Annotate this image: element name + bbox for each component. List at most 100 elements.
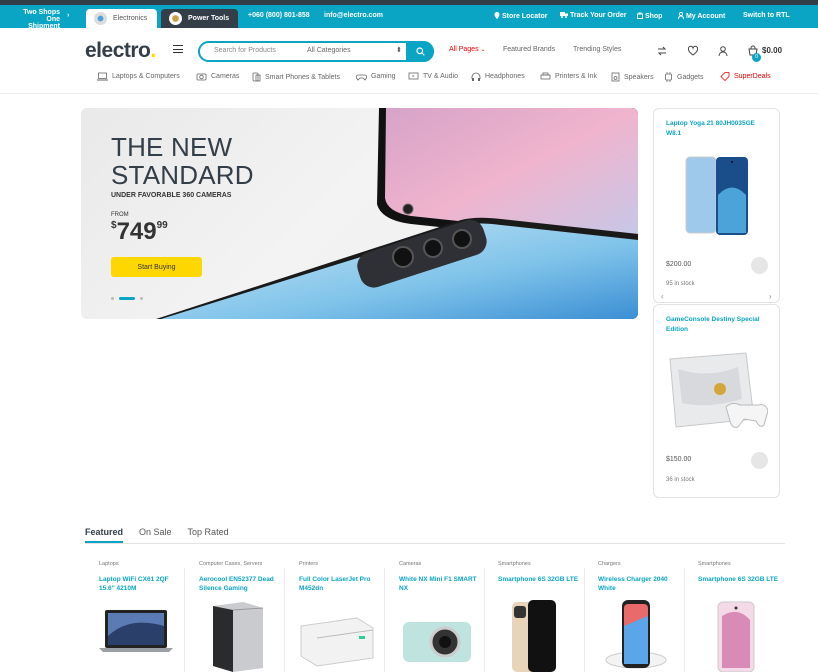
smartphone-image <box>717 601 755 672</box>
add-to-cart-icon[interactable] <box>751 257 768 274</box>
top-bar: Two Shops One Shipment › Electronics Pow… <box>0 5 818 30</box>
cat-label: SuperDeals <box>734 73 771 80</box>
electronics-icon <box>94 12 107 25</box>
hero-price: $74999 <box>111 218 168 246</box>
nav-featured-brands[interactable]: Featured Brands <box>503 46 555 53</box>
side-card-price: $200.00 <box>666 261 692 268</box>
tag-icon <box>720 72 730 81</box>
product-name[interactable]: Laptop WiFi CX61 2QF 15.6" 4210M <box>99 575 184 593</box>
side-card-price: $150.00 <box>666 456 692 463</box>
side-card-title[interactable]: Laptop Yoga 21 80JH0035GE W8.1 <box>666 119 771 139</box>
hero-banner[interactable]: THE NEW STANDARD UNDER FAVORABLE 360 CAME… <box>81 108 638 319</box>
hero-subtitle: UNDER FAVORABLE 360 CAMERAS <box>111 192 232 199</box>
store-locator-link[interactable]: Store Locator <box>494 12 547 20</box>
product-card[interactable]: Smartphones Smartphone 6S 32GB LTE <box>484 560 580 672</box>
tv-icon <box>408 72 419 80</box>
user-icon <box>678 11 684 20</box>
start-buying-button[interactable]: Start Buying <box>111 257 202 277</box>
track-order-link[interactable]: Track Your Order <box>560 12 627 19</box>
hero-title: THE NEW STANDARD <box>111 133 254 189</box>
product-card[interactable]: Chargers Wireless Charger 2040 White <box>584 560 680 672</box>
select-caret-icon: ⬍ <box>396 47 402 54</box>
compare-icon[interactable] <box>656 45 668 57</box>
side-card-stock: 95 in stock <box>666 281 695 287</box>
tab-power-tools[interactable]: Power Tools <box>161 9 238 28</box>
phone-link[interactable]: +060 (800) 801-858 <box>248 12 310 19</box>
cat-laptops-computers[interactable]: Laptops & Computers <box>97 72 180 81</box>
game-console-image <box>669 352 768 428</box>
my-account-link[interactable]: My Account <box>678 11 725 20</box>
search-input[interactable]: Search for Products <box>214 47 276 54</box>
category-select[interactable]: All Categories <box>307 47 351 54</box>
product-name[interactable]: White NX Mini F1 SMART NX <box>399 575 484 593</box>
product-card[interactable]: Smartphones Smartphone 6S 32GB LTE <box>684 560 780 672</box>
side-card-title[interactable]: GameConsole Destiny Special Edition <box>666 315 771 335</box>
cat-cameras[interactable]: Cameras <box>196 72 239 81</box>
product-card[interactable]: Laptops Laptop WiFi CX61 2QF 15.6" 4210M <box>85 560 181 672</box>
account-icon[interactable] <box>717 45 729 57</box>
chevron-down-icon: ⌄ <box>480 47 486 53</box>
side-product-card[interactable]: GameConsole Destiny Special Edition $150… <box>653 304 780 498</box>
track-order-label: Track Your Order <box>569 12 627 19</box>
hamburger-menu-icon[interactable] <box>173 45 183 53</box>
smartphone-image <box>685 156 748 235</box>
product-category[interactable]: Laptops <box>99 561 119 567</box>
nav-trending-styles[interactable]: Trending Styles <box>573 46 621 53</box>
search-icon <box>415 47 425 56</box>
pc-case-image <box>213 602 264 672</box>
product-card[interactable]: Computer Cases, Servers Aerocool EN52377… <box>185 560 281 672</box>
nav-all-pages[interactable]: All Pages ⌄ <box>449 46 486 53</box>
prev-arrow-icon[interactable]: ‹ <box>661 292 664 301</box>
product-name[interactable]: Aerocool EN52377 Dead Silence Gaming <box>199 575 284 593</box>
cat-gaming[interactable]: Gaming <box>356 72 396 81</box>
tab-featured[interactable]: Featured <box>85 527 124 543</box>
cat-headphones[interactable]: Headphones <box>471 72 525 81</box>
camera-image <box>403 622 471 662</box>
tab-on-sale[interactable]: On Sale <box>139 527 172 537</box>
cart-total[interactable]: $0.00 <box>762 46 782 55</box>
power-tools-icon <box>169 12 182 25</box>
logo-text: electro <box>85 39 151 62</box>
cat-label: Gadgets <box>677 73 704 81</box>
cat-gadgets[interactable]: Gadgets <box>664 72 703 82</box>
product-card[interactable]: Printers Full Color LaserJet Pro M452dn <box>285 560 381 672</box>
product-category[interactable]: Printers <box>299 561 318 567</box>
cat-speakers[interactable]: Speakers <box>611 72 654 82</box>
product-category[interactable]: Cameras <box>399 561 421 567</box>
tab-top-rated[interactable]: Top Rated <box>188 527 229 537</box>
add-to-cart-icon[interactable] <box>751 452 768 469</box>
side-product-card[interactable]: Laptop Yoga 21 80JH0035GE W8.1 $200.00 9… <box>653 108 780 303</box>
next-arrow-icon[interactable]: › <box>769 292 772 301</box>
iphone-image <box>512 600 556 672</box>
carousel-dot[interactable] <box>140 297 143 300</box>
gamepad-icon <box>356 74 367 81</box>
tab-electronics[interactable]: Electronics <box>86 9 157 28</box>
cat-tv-audio[interactable]: TV & Audio <box>408 72 458 81</box>
heart-icon[interactable] <box>687 45 699 57</box>
hero-price-main: 749 <box>116 218 157 245</box>
product-category[interactable]: Smartphones <box>698 561 731 567</box>
gadget-icon <box>665 72 672 82</box>
search-button[interactable] <box>406 41 434 62</box>
carousel-dot-active[interactable] <box>119 297 135 300</box>
site-logo[interactable]: electro. <box>85 39 156 63</box>
wireless-charger-image <box>605 600 667 669</box>
product-name[interactable]: Smartphone 6S 32GB LTE <box>498 575 583 584</box>
product-category[interactable]: Computer Cases, Servers <box>199 561 262 567</box>
shop-link[interactable]: Shop <box>637 12 662 20</box>
cat-superdeals[interactable]: SuperDeals <box>720 72 771 81</box>
cat-printers-ink[interactable]: Printers & Ink <box>540 72 597 81</box>
switch-rtl-link[interactable]: Switch to RTL <box>743 12 790 19</box>
product-category[interactable]: Chargers <box>598 561 621 567</box>
product-category[interactable]: Smartphones <box>498 561 531 567</box>
two-shops-line1: Two Shops <box>23 9 60 16</box>
cat-smart-phones-tablets[interactable]: Smart Phones & Tablets <box>252 72 340 82</box>
carousel-dot[interactable] <box>111 297 114 300</box>
product-name[interactable]: Wireless Charger 2040 White <box>598 575 683 593</box>
product-tabs: Featured On Sale Top Rated <box>85 527 229 543</box>
chevron-right-icon: › <box>67 12 70 19</box>
email-link[interactable]: info@electro.com <box>324 12 383 19</box>
product-card[interactable]: Cameras White NX Mini F1 SMART NX <box>385 560 481 672</box>
product-name[interactable]: Full Color LaserJet Pro M452dn <box>299 575 384 593</box>
product-name[interactable]: Smartphone 6S 32GB LTE <box>698 575 783 584</box>
